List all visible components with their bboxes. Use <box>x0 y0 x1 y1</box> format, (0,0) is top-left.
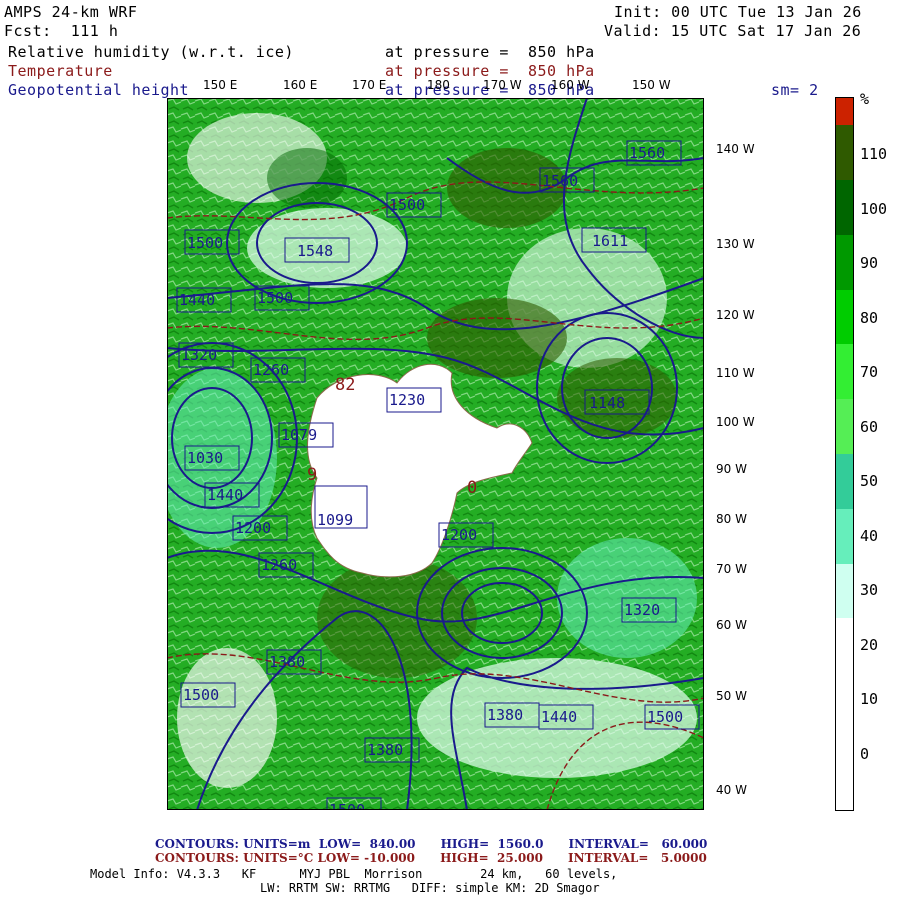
colorbar-segment <box>836 125 853 181</box>
lon-label: 150 E <box>203 78 238 92</box>
map-label: 1260 <box>253 361 289 379</box>
model-title: AMPS 24-km WRF <box>4 3 138 21</box>
colorbar-segment <box>836 673 853 728</box>
geo-contour-info: CONTOURS: UNITS=m LOW= 840.00 HIGH= 1560… <box>155 837 708 851</box>
lat-label: 50 W <box>716 689 747 703</box>
lat-label: 110 W <box>716 366 755 380</box>
map-label: 1500 <box>187 234 223 252</box>
colorbar-tick-label: 40 <box>860 526 879 545</box>
valid-time: Valid: 15 UTC Sat 17 Jan 26 <box>604 22 862 40</box>
rh-colorbar <box>835 97 854 811</box>
temp-field-label: Temperature <box>8 62 113 80</box>
lon-label: 170 W <box>483 78 522 92</box>
temp-contour-info: CONTOURS: UNITS=°C LOW= -10.000 HIGH= 25… <box>155 851 707 865</box>
lon-label: 170 E <box>352 78 387 92</box>
lat-label: 130 W <box>716 237 755 251</box>
lon-label: 160 E <box>283 78 318 92</box>
map-label: 1440 <box>541 708 577 726</box>
colorbar-tick-label: 80 <box>860 308 879 327</box>
map-label: 1500 <box>257 289 293 307</box>
lat-label: 140 W <box>716 142 755 156</box>
map-label: 0 <box>467 478 477 498</box>
map-label: 1380 <box>269 653 305 671</box>
map-label: 1260 <box>261 556 297 574</box>
map-label: 1440 <box>207 486 243 504</box>
colorbar-segment <box>836 98 853 126</box>
colorbar-segment <box>836 344 853 400</box>
colorbar-segment <box>836 727 853 783</box>
map-label: 1099 <box>317 511 353 529</box>
lat-label: 90 W <box>716 462 747 476</box>
map-label: 1148 <box>589 394 625 412</box>
map-label: 1320 <box>624 601 660 619</box>
colorbar-segment <box>836 234 853 290</box>
colorbar-tick-label: 50 <box>860 472 879 490</box>
map-label: 1320 <box>181 346 217 364</box>
colorbar-segment <box>836 180 853 235</box>
lat-label: 40 W <box>716 783 747 797</box>
lon-label: 180 <box>427 78 450 92</box>
colorbar-tick-label: 0 <box>860 744 870 763</box>
lon-label: 160 W <box>551 78 590 92</box>
map-canvas: 1500 1548 1500 1560 1611 1440 1500 1320 … <box>167 98 704 810</box>
map-label: 1500 <box>647 708 683 726</box>
colorbar-tick-label: 90 <box>860 254 879 272</box>
map-label: 1200 <box>441 526 477 544</box>
forecast-hour: Fcst: 111 h <box>4 22 119 40</box>
map-label: 1380 <box>367 741 403 759</box>
map-label: 82 <box>335 375 355 395</box>
geo-field-label: Geopotential height <box>8 81 190 99</box>
map-label: 1500 <box>389 196 425 214</box>
rh-field-label: Relative humidity (w.r.t. ice) <box>8 43 294 61</box>
map-label: 1560 <box>629 144 665 162</box>
lat-label: 70 W <box>716 562 747 576</box>
map-label: 1200 <box>235 519 271 537</box>
init-time: Init: 00 UTC Tue 13 Jan 26 <box>614 3 862 21</box>
colorbar-tick-label: 60 <box>860 417 879 436</box>
rh-level-label: at pressure = 850 hPa <box>385 43 595 61</box>
map-label: 1079 <box>281 426 317 444</box>
map-label: 1611 <box>592 232 628 250</box>
lat-label: 60 W <box>716 618 747 632</box>
map-label: 1500 <box>329 801 365 810</box>
colorbar-segment <box>836 618 853 674</box>
map-label: 1230 <box>389 391 425 409</box>
lat-label: 120 W <box>716 308 755 322</box>
map-label: 9 <box>307 465 317 485</box>
lat-label: 100 W <box>716 415 755 429</box>
model-info-physics: LW: RRTM SW: RRTMG DIFF: simple KM: 2D S… <box>260 881 600 895</box>
colorbar-tick-label: 30 <box>860 581 879 599</box>
colorbar-tick-label: 70 <box>860 363 879 381</box>
colorbar-tick-label: 20 <box>860 635 879 654</box>
model-info: Model Info: V4.3.3 KF MYJ PBL Morrison 2… <box>90 867 618 881</box>
colorbar-segment <box>836 508 853 564</box>
forecast-map: 1500 1548 1500 1560 1611 1440 1500 1320 … <box>167 98 704 810</box>
map-label: 1500 <box>183 686 219 704</box>
colorbar-segment <box>836 289 853 345</box>
colorbar-unit: % <box>860 90 870 108</box>
colorbar-segment <box>836 399 853 454</box>
colorbar-segment <box>836 563 853 619</box>
map-label: 1560 <box>542 172 578 190</box>
map-label: 1440 <box>179 291 215 309</box>
smoothing-label: sm= 2 <box>771 81 819 99</box>
colorbar-tick-label: 10 <box>860 690 879 708</box>
map-label: 1380 <box>487 706 523 724</box>
lon-label: 150 W <box>632 78 671 92</box>
colorbar-segment <box>836 453 853 509</box>
map-label: 1548 <box>297 242 333 260</box>
colorbar-tick-label: 100 <box>860 199 888 218</box>
map-label: 1030 <box>187 449 223 467</box>
colorbar-tick-label: 110 <box>860 145 888 163</box>
lat-label: 80 W <box>716 512 747 526</box>
